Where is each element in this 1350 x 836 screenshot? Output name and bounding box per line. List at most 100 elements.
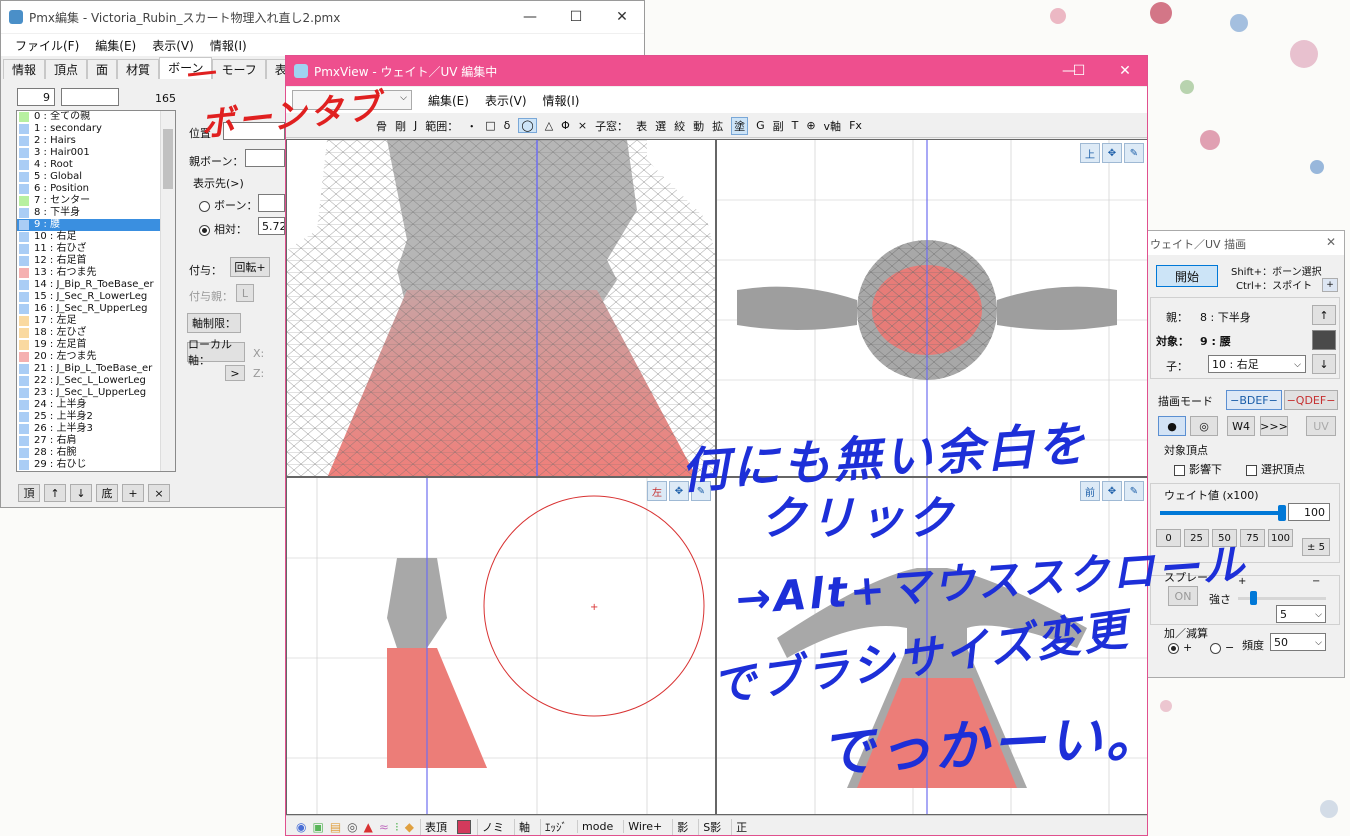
weight-slider-thumb[interactable] (1278, 505, 1286, 521)
axis-toggle[interactable]: 軸 (514, 818, 534, 835)
weight-preset-button[interactable]: 100 (1268, 529, 1293, 547)
viewport-perspective[interactable] (286, 139, 716, 477)
add-bone-button[interactable]: + (122, 484, 144, 502)
mode-soft-brush-button[interactable]: ◎ (1190, 416, 1218, 436)
close-button[interactable]: ✕ (1102, 56, 1147, 86)
view-label-front[interactable]: 前 (1080, 481, 1100, 501)
triangle-icon[interactable]: ▲ (364, 820, 373, 834)
move-bottom-button[interactable]: 底 (96, 484, 118, 502)
bone-list-scrollbar[interactable] (160, 111, 175, 471)
toolbar-item[interactable]: 表 (636, 118, 647, 134)
toolbar-item[interactable]: 副 (773, 118, 784, 134)
tab-morph[interactable]: モーフ (212, 59, 266, 79)
scrollbar-thumb[interactable] (163, 129, 173, 189)
bone-list-item[interactable]: 18 : 左ひざ (17, 327, 175, 339)
mode-brush-button[interactable]: ● (1158, 416, 1186, 436)
toolbar-item[interactable]: 動 (693, 118, 704, 134)
weight-value-field[interactable]: 100 (1288, 503, 1330, 521)
tab-material[interactable]: 材質 (117, 59, 160, 79)
toolbar-item[interactable]: × (578, 119, 587, 132)
toolbar-item[interactable]: 範囲： (425, 118, 458, 134)
move-down-button[interactable]: ↓ (70, 484, 92, 502)
toolbar-item[interactable]: △ (545, 119, 553, 132)
bone-list-item[interactable]: 28 : 右腕 (17, 447, 175, 459)
bone-list-item[interactable]: 20 : 左つま先 (17, 351, 175, 363)
wave-icon[interactable]: ≈ (379, 820, 389, 834)
viewport-left[interactable]: + 左 ✥ ✎ (286, 477, 716, 815)
face-icon[interactable]: ▣ (312, 820, 323, 834)
rotate-plus-button[interactable]: 回転+ (230, 257, 270, 277)
bone-list-item[interactable]: 21 : J_Bip_L_ToeBase_er (17, 363, 175, 375)
relative-value-field[interactable]: 5.722 (258, 217, 285, 235)
weight-slider[interactable] (1160, 505, 1286, 521)
front-view-toggle[interactable]: 正 (731, 818, 751, 835)
vertex-display-toggle[interactable]: 表頂 (420, 818, 451, 835)
frequency-select[interactable]: 50 ⌵ (1270, 633, 1326, 651)
panel-plus-button[interactable]: + (1322, 278, 1338, 292)
menu-view[interactable]: 表示(V) (485, 92, 527, 109)
color-swatch[interactable] (457, 819, 472, 834)
sub-radio[interactable]: − (1210, 641, 1234, 654)
bone-list-item[interactable]: 7 : センター (17, 195, 175, 207)
close-button[interactable]: ✕ (599, 1, 644, 33)
mode-toggle[interactable]: mode (577, 820, 617, 833)
bone-list-item[interactable]: 16 : J_Sec_R_UpperLeg (17, 303, 175, 315)
selected-vertex-checkbox[interactable]: 選択頂点 (1246, 461, 1305, 477)
toolbar-item[interactable]: □ (485, 119, 495, 132)
qdef-button[interactable]: −QDEF− (1284, 390, 1338, 410)
menu-view[interactable]: 表示(V) (152, 37, 194, 54)
menu-edit[interactable]: 編集(E) (95, 37, 136, 54)
delete-bone-button[interactable]: × (148, 484, 170, 502)
bone-list-item[interactable]: 22 : J_Sec_L_LowerLeg (17, 375, 175, 387)
maximize-button[interactable]: ☐ (553, 1, 599, 33)
tab-info[interactable]: 情報 (3, 59, 46, 79)
bone-list-item[interactable]: 12 : 右足首 (17, 255, 175, 267)
child-select[interactable]: 10 : 右足 ⌵ (1208, 355, 1306, 373)
strength-slider-thumb[interactable] (1250, 591, 1257, 605)
display-bone-field[interactable] (258, 194, 285, 212)
toolbar-item[interactable]: ◯ (518, 118, 537, 133)
bone-list-item[interactable]: 11 : 右ひざ (17, 243, 175, 255)
bone-index-field[interactable]: 9 (17, 88, 55, 106)
local-axis-button[interactable]: ローカル軸： (187, 338, 245, 367)
bone-list-item[interactable]: 27 : 右肩 (17, 435, 175, 447)
parent-up-button[interactable]: ↑ (1312, 305, 1336, 325)
tab-face[interactable]: 面 (87, 59, 118, 79)
bone-list-item[interactable]: 15 : J_Sec_R_LowerLeg (17, 291, 175, 303)
menu-file[interactable]: ファイル(F) (15, 37, 79, 54)
bone-list-item[interactable]: 2 : Hairs (17, 135, 175, 147)
minimize-button[interactable]: — (507, 1, 553, 33)
toolbar-item[interactable]: J (414, 119, 417, 132)
toolbar-item[interactable]: ⊕ (806, 119, 815, 132)
strength-select[interactable]: 5 ⌵ (1276, 605, 1326, 623)
bone-list-item[interactable]: 19 : 左足首 (17, 339, 175, 351)
move-icon[interactable]: ✥ (1102, 143, 1122, 163)
bone-list-item[interactable]: 9 : 腰 (17, 219, 175, 231)
axis-limit-button[interactable]: 軸制限： (187, 313, 241, 333)
bone-list-item[interactable]: 14 : J_Bip_R_ToeBase_er (17, 279, 175, 291)
move-icon[interactable]: ✥ (1102, 481, 1122, 501)
local-axis-expand-button[interactable]: > (225, 365, 245, 381)
normal-toggle[interactable]: ノミ (477, 818, 508, 835)
wire-toggle[interactable]: Wire+ (623, 820, 666, 833)
toolbar-item[interactable]: 子窓： (595, 118, 628, 134)
toolbar-item[interactable]: Fx (849, 119, 862, 132)
bone-list-item[interactable]: 13 : 右つま先 (17, 267, 175, 279)
plus-minus-5-button[interactable]: ± 5 (1302, 538, 1330, 556)
toolbar-item[interactable]: Φ (561, 119, 570, 132)
self-shadow-toggle[interactable]: S影 (698, 818, 725, 835)
bone-list-item[interactable]: 17 : 左足 (17, 315, 175, 327)
maximize-button[interactable]: ☐ (1056, 56, 1102, 86)
bone-list-item[interactable]: 6 : Position (17, 183, 175, 195)
joint-icon[interactable]: ⁝ (395, 820, 399, 834)
target-color-swatch[interactable] (1312, 330, 1336, 350)
toolbar-item[interactable]: 拡 (712, 118, 723, 134)
shadow-toggle[interactable]: 影 (672, 818, 692, 835)
bone-list-item[interactable]: 29 : 右ひじ (17, 459, 175, 471)
rigid-icon[interactable]: ◆ (405, 820, 414, 834)
bone-list-item[interactable]: 1 : secondary (17, 123, 175, 135)
bone-list-item[interactable]: 24 : 上半身 (17, 399, 175, 411)
move-top-button[interactable]: 頂 (18, 484, 40, 502)
bone-list-item[interactable]: 8 : 下半身 (17, 207, 175, 219)
start-button[interactable]: 開始 (1156, 265, 1218, 287)
